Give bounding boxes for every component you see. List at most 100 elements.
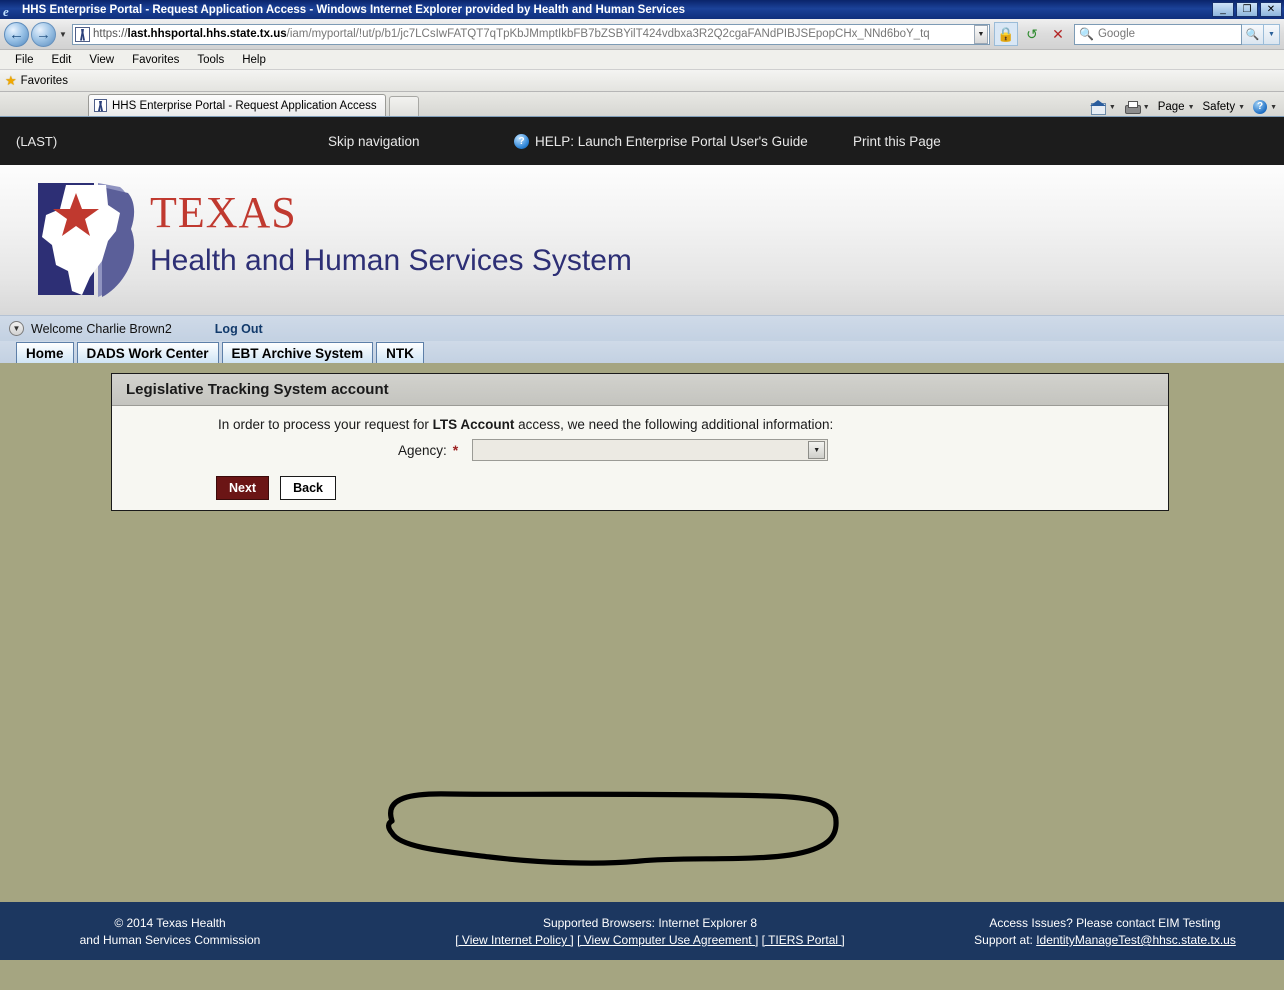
- menu-file[interactable]: File: [6, 50, 43, 70]
- hhs-logo: TEXAS Health and Human Services System: [28, 179, 632, 299]
- supported-browsers-text: Supported Browsers: Internet Explorer 8: [542, 916, 758, 930]
- safety-menu-button[interactable]: Safety ▼: [1200, 101, 1249, 113]
- page-caret-icon: ▼: [1187, 103, 1195, 111]
- portal-tab-bar: Home DADS Work Center EBT Archive System…: [0, 341, 1284, 363]
- window-controls: _ ❐ ✕: [1212, 2, 1282, 17]
- panel-body: In order to process your request for LTS…: [112, 406, 1168, 510]
- logo-texas-text: TEXAS: [150, 188, 297, 237]
- form-buttons: Next Back: [216, 476, 336, 501]
- home-caret-icon[interactable]: ▼: [1109, 104, 1116, 111]
- safety-menu-label: Safety: [1202, 101, 1236, 113]
- annotation-ellipse: [386, 791, 839, 866]
- address-bar[interactable]: https://last.hhsportal.hhs.state.tx.us/i…: [72, 23, 990, 45]
- menu-edit[interactable]: Edit: [43, 50, 81, 70]
- support-prefix: Support at:: [974, 933, 1037, 947]
- help-launch-guide-link[interactable]: ? HELP: Launch Enterprise Portal User's …: [514, 133, 808, 149]
- page-menu-label: Page: [1157, 101, 1185, 113]
- tab-home[interactable]: Home: [16, 342, 74, 363]
- print-caret-icon[interactable]: ▼: [1143, 104, 1150, 111]
- search-provider-dropdown-icon[interactable]: ▼: [1264, 23, 1280, 45]
- skip-navigation-link[interactable]: Skip navigation: [328, 134, 420, 149]
- copyright-line-1: © 2014 Texas Health: [114, 916, 226, 930]
- url-path: /iam/myportal/!ut/p/b1/jc7LCsIwFATQT7qTp…: [286, 28, 930, 40]
- help-launch-guide-label: HELP: Launch Enterprise Portal User's Gu…: [535, 133, 808, 149]
- tab-ntk[interactable]: NTK: [376, 342, 424, 363]
- agency-dropdown[interactable]: ▼: [472, 439, 829, 461]
- new-tab-button[interactable]: [388, 96, 419, 116]
- search-input[interactable]: 🔍 Google: [1074, 23, 1242, 45]
- refresh-icon[interactable]: ↺: [1020, 22, 1044, 46]
- print-this-page-link[interactable]: Print this Page: [853, 134, 941, 149]
- page-content-area: Legislative Tracking System account In o…: [0, 363, 1284, 902]
- environment-label: (LAST): [16, 133, 58, 149]
- browser-tab[interactable]: HHS Enterprise Portal - Request Applicat…: [88, 94, 386, 116]
- chevron-down-icon[interactable]: ▼: [808, 441, 826, 459]
- close-button[interactable]: ✕: [1260, 2, 1282, 17]
- forward-arrow-icon[interactable]: →: [31, 21, 56, 47]
- back-arrow-icon[interactable]: ←: [4, 21, 29, 47]
- instruction-prefix: In order to process your request for: [218, 417, 433, 432]
- ie-logo-icon: e: [3, 3, 9, 19]
- history-dropdown-icon[interactable]: ▼: [56, 30, 70, 39]
- browser-menu-bar: File Edit View Favorites Tools Help: [0, 50, 1284, 70]
- search-go-button[interactable]: 🔍: [1242, 23, 1264, 45]
- search-placeholder: Google: [1097, 28, 1136, 40]
- portal-top-navigation: (LAST) Skip navigation ? HELP: Launch En…: [0, 117, 1284, 165]
- page-viewport: (LAST) Skip navigation ? HELP: Launch En…: [0, 117, 1284, 990]
- help-caret-icon: ▼: [1270, 103, 1277, 111]
- page-menu-button[interactable]: Page ▼: [1155, 101, 1198, 113]
- instruction-text: In order to process your request for LTS…: [218, 417, 833, 432]
- required-marker: *: [452, 442, 459, 458]
- chevron-down-icon[interactable]: ▼: [9, 321, 24, 336]
- view-computer-use-agreement-link[interactable]: [ View Computer Use Agreement ]: [577, 933, 758, 947]
- restore-button[interactable]: ❐: [1236, 2, 1258, 17]
- tab-dads-work-center[interactable]: DADS Work Center: [76, 342, 219, 363]
- next-button[interactable]: Next: [216, 476, 270, 501]
- site-favicon-icon: [75, 26, 90, 42]
- agency-field-row: Agency: * ▼: [398, 439, 829, 461]
- search-icon: 🔍: [1079, 27, 1094, 41]
- copyright-line-2: and Human Services Commission: [79, 933, 261, 947]
- footer-support: Access Issues? Please contact EIM Testin…: [940, 915, 1270, 949]
- help-menu-button[interactable]: ? ▼: [1250, 100, 1280, 114]
- favorites-label[interactable]: Favorites: [21, 75, 68, 87]
- footer-links: Supported Browsers: Internet Explorer 8 …: [400, 915, 900, 949]
- print-button[interactable]: ▼: [1121, 100, 1153, 114]
- agency-label: Agency:: [398, 442, 447, 458]
- lock-icon[interactable]: 🔒: [994, 22, 1018, 46]
- stop-icon[interactable]: ✕: [1046, 22, 1070, 46]
- help-icon: ?: [1253, 100, 1268, 114]
- logo-subtitle-text: Health and Human Services System: [150, 244, 632, 277]
- back-button[interactable]: Back: [280, 476, 336, 501]
- instruction-bold: LTS Account: [432, 417, 515, 432]
- tab-ebt-archive-system[interactable]: EBT Archive System: [221, 342, 374, 363]
- menu-view[interactable]: View: [80, 50, 123, 70]
- footer-copyright: © 2014 Texas Health and Human Services C…: [40, 915, 300, 949]
- welcome-bar: ▼ Welcome Charlie Brown2 Log Out: [0, 315, 1284, 341]
- browser-navigation-bar: ← → ▼ https://last.hhsportal.hhs.state.t…: [0, 19, 1284, 50]
- welcome-greeting: Welcome Charlie Brown2: [31, 321, 172, 336]
- question-mark-icon: ?: [514, 133, 529, 149]
- home-button[interactable]: ▼: [1087, 100, 1119, 115]
- tiers-portal-link[interactable]: [ TIERS Portal ]: [762, 933, 845, 947]
- portal-banner: THE STATE OF TEXAS TEXAS Health and Huma…: [0, 165, 1284, 315]
- log-out-link[interactable]: Log Out: [215, 322, 263, 336]
- page-title: Legislative Tracking System account: [126, 381, 389, 398]
- address-dropdown-icon[interactable]: ▼: [974, 24, 988, 44]
- favorites-star-icon[interactable]: ★: [5, 73, 17, 89]
- browser-tab-strip: HHS Enterprise Portal - Request Applicat…: [0, 92, 1284, 117]
- menu-help[interactable]: Help: [233, 50, 275, 70]
- support-line: Support at: IdentityManageTest@hhsc.stat…: [940, 932, 1270, 949]
- panel-header: Legislative Tracking System account: [112, 374, 1168, 406]
- instruction-suffix: access, we need the following additional…: [514, 417, 834, 432]
- menu-favorites[interactable]: Favorites: [123, 50, 188, 70]
- menu-tools[interactable]: Tools: [188, 50, 233, 70]
- safety-caret-icon: ▼: [1238, 103, 1246, 111]
- access-issues-line: Access Issues? Please contact EIM Testin…: [989, 916, 1221, 930]
- url-protocol: https://: [93, 28, 128, 40]
- support-email-link[interactable]: IdentityManageTest@hhsc.state.tx.us: [1036, 933, 1236, 947]
- print-icon: [1124, 100, 1141, 114]
- minimize-button[interactable]: _: [1212, 2, 1234, 17]
- command-bar: ▼ ▼ Page ▼ Safety ▼ ? ▼: [1087, 100, 1280, 115]
- view-internet-policy-link[interactable]: [ View Internet Policy ]: [455, 933, 574, 947]
